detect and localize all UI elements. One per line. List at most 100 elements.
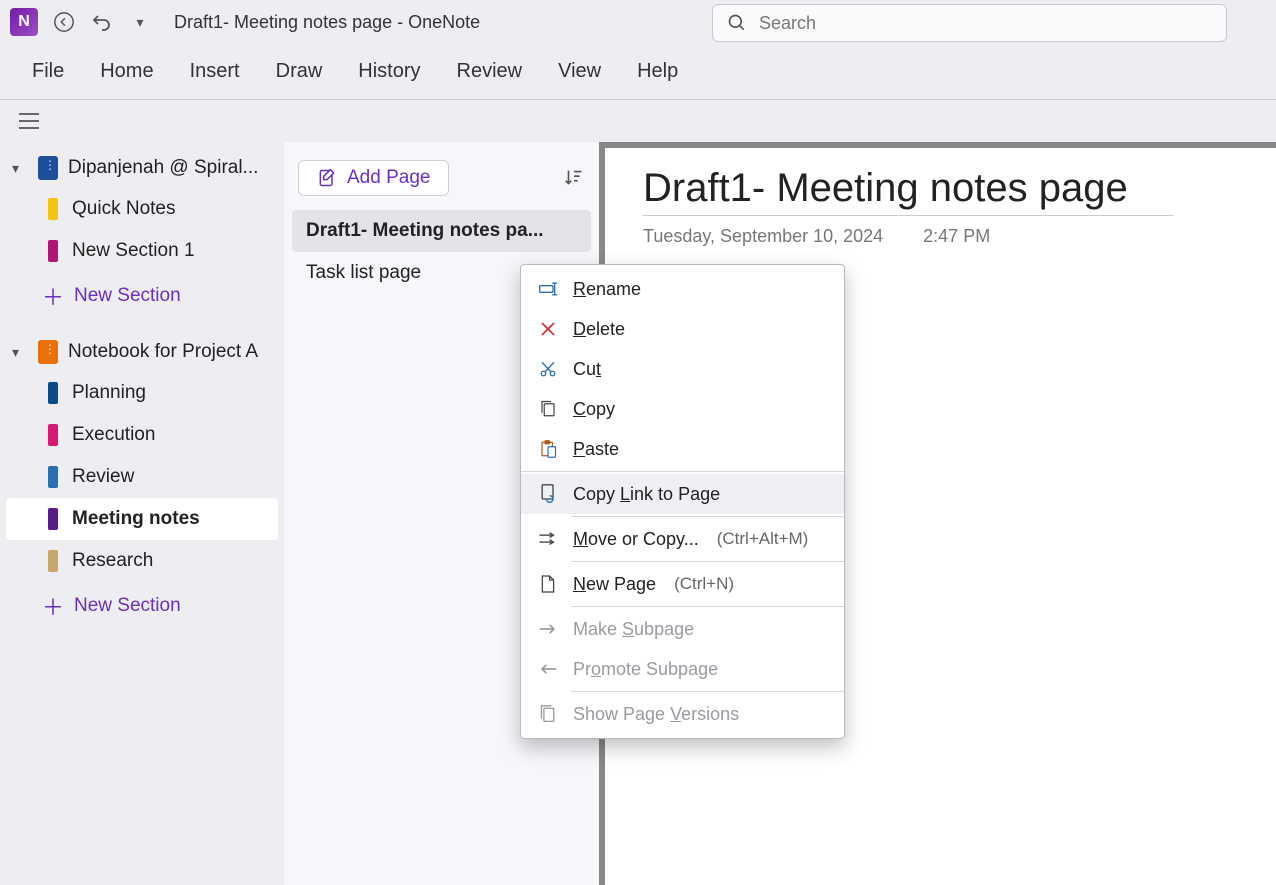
menu-draw[interactable]: Draw [276,60,323,83]
copy-icon [537,398,559,420]
section-row[interactable]: Meeting notes [6,498,278,540]
notebook-icon [38,340,58,364]
plus-icon: ＋ [42,590,60,622]
menu-home[interactable]: Home [100,60,153,83]
context-menu-label: Copy [573,399,615,420]
notebook-name: Notebook for Project A [68,341,258,363]
paste-icon [537,438,559,460]
new-section-label: New Section [74,285,181,307]
move-icon [537,528,559,550]
context-menu-separator [571,606,844,607]
context-menu-label: Move or Copy... [573,529,699,550]
notebook-row[interactable]: ▾ Dipanjenah @ Spiral... [6,148,278,188]
notebook-row[interactable]: ▾ Notebook for Project A [6,332,278,372]
section-label: Review [72,466,134,488]
section-label: Quick Notes [72,198,175,220]
section-row[interactable]: New Section 1 [6,230,278,272]
context-menu-item[interactable]: Cut [521,349,844,389]
hamburger-icon[interactable] [0,100,1276,142]
context-menu-item: Show Page Versions [521,694,844,734]
app-icon: N [10,8,38,36]
context-menu-separator [571,516,844,517]
context-menu-label: Delete [573,319,625,340]
context-menu-separator [521,471,844,472]
sidebar: ▾ Dipanjenah @ Spiral... Quick Notes New… [0,142,284,885]
undo-icon[interactable] [90,10,114,34]
context-menu-item[interactable]: Rename [521,269,844,309]
section-color-icon [48,198,58,220]
new-section-label: New Section [74,595,181,617]
context-menu-label: New Page [573,574,656,595]
sort-icon[interactable] [563,167,585,189]
section-row[interactable]: Planning [6,372,278,414]
page-time: 2:47 PM [923,226,990,247]
context-menu-label: Promote Subpage [573,659,718,680]
section-row[interactable]: Quick Notes [6,188,278,230]
context-menu-separator [571,561,844,562]
window-title: Draft1- Meeting notes page - OneNote [174,12,480,33]
context-menu-item[interactable]: New Page (Ctrl+N) [521,564,844,604]
menubar: File Home Insert Draw History Review Vie… [0,44,1276,100]
context-menu-item: Make Subpage [521,609,844,649]
search-icon [727,13,747,33]
section-label: Execution [72,424,155,446]
search-input[interactable] [759,13,1212,34]
section-color-icon [48,240,58,262]
page-title[interactable]: Draft1- Meeting notes page [643,166,1173,216]
context-menu-separator [571,691,844,692]
notebook-icon [38,156,58,180]
plus-icon: ＋ [42,280,60,312]
section-color-icon [48,466,58,488]
section-color-icon [48,382,58,404]
add-page-label: Add Page [347,167,430,189]
versions-icon [537,703,559,725]
context-menu-item[interactable]: Delete [521,309,844,349]
newpage-icon [537,573,559,595]
section-label: Research [72,550,153,572]
context-menu-label: Rename [573,279,641,300]
context-menu-label: Copy Link to Page [573,484,720,505]
context-menu-label: Make Subpage [573,619,694,640]
section-row[interactable]: Execution [6,414,278,456]
back-icon[interactable] [52,10,76,34]
section-label: Planning [72,382,146,404]
context-menu-item[interactable]: Move or Copy... (Ctrl+Alt+M) [521,519,844,559]
search-box[interactable] [712,4,1227,42]
new-section-button[interactable]: ＋ New Section [6,582,278,630]
section-color-icon [48,550,58,572]
menu-view[interactable]: View [558,60,601,83]
context-menu: Rename Delete Cut Copy Paste Copy Link t… [520,264,845,739]
chevron-down-icon: ▾ [12,160,28,177]
section-color-icon [48,508,58,530]
section-label: Meeting notes [72,508,200,530]
context-menu-item[interactable]: Copy Link to Page [521,474,844,514]
cut-icon [537,358,559,380]
new-section-button[interactable]: ＋ New Section [6,272,278,320]
section-row[interactable]: Research [6,540,278,582]
section-label: New Section 1 [72,240,195,262]
menu-help[interactable]: Help [637,60,678,83]
context-menu-item[interactable]: Paste [521,429,844,469]
context-menu-shortcut: (Ctrl+Alt+M) [717,529,809,549]
page-meta: Tuesday, September 10, 2024 2:47 PM [643,226,1238,247]
menu-review[interactable]: Review [457,60,523,83]
link-icon [537,483,559,505]
section-color-icon [48,424,58,446]
add-page-button[interactable]: Add Page [298,160,449,196]
context-menu-shortcut: (Ctrl+N) [674,574,734,594]
page-item[interactable]: Draft1- Meeting notes pa... [292,210,591,252]
menu-insert[interactable]: Insert [190,60,240,83]
context-menu-label: Cut [573,359,601,380]
outdent-icon [537,658,559,680]
rename-icon [537,278,559,300]
context-menu-item: Promote Subpage [521,649,844,689]
context-menu-label: Show Page Versions [573,704,739,725]
chevron-down-icon: ▾ [12,344,28,361]
qat-dropdown-icon[interactable]: ▾ [128,10,152,34]
delete-icon [537,318,559,340]
menu-history[interactable]: History [358,60,420,83]
section-row[interactable]: Review [6,456,278,498]
menu-file[interactable]: File [32,60,64,83]
context-menu-label: Paste [573,439,619,460]
context-menu-item[interactable]: Copy [521,389,844,429]
